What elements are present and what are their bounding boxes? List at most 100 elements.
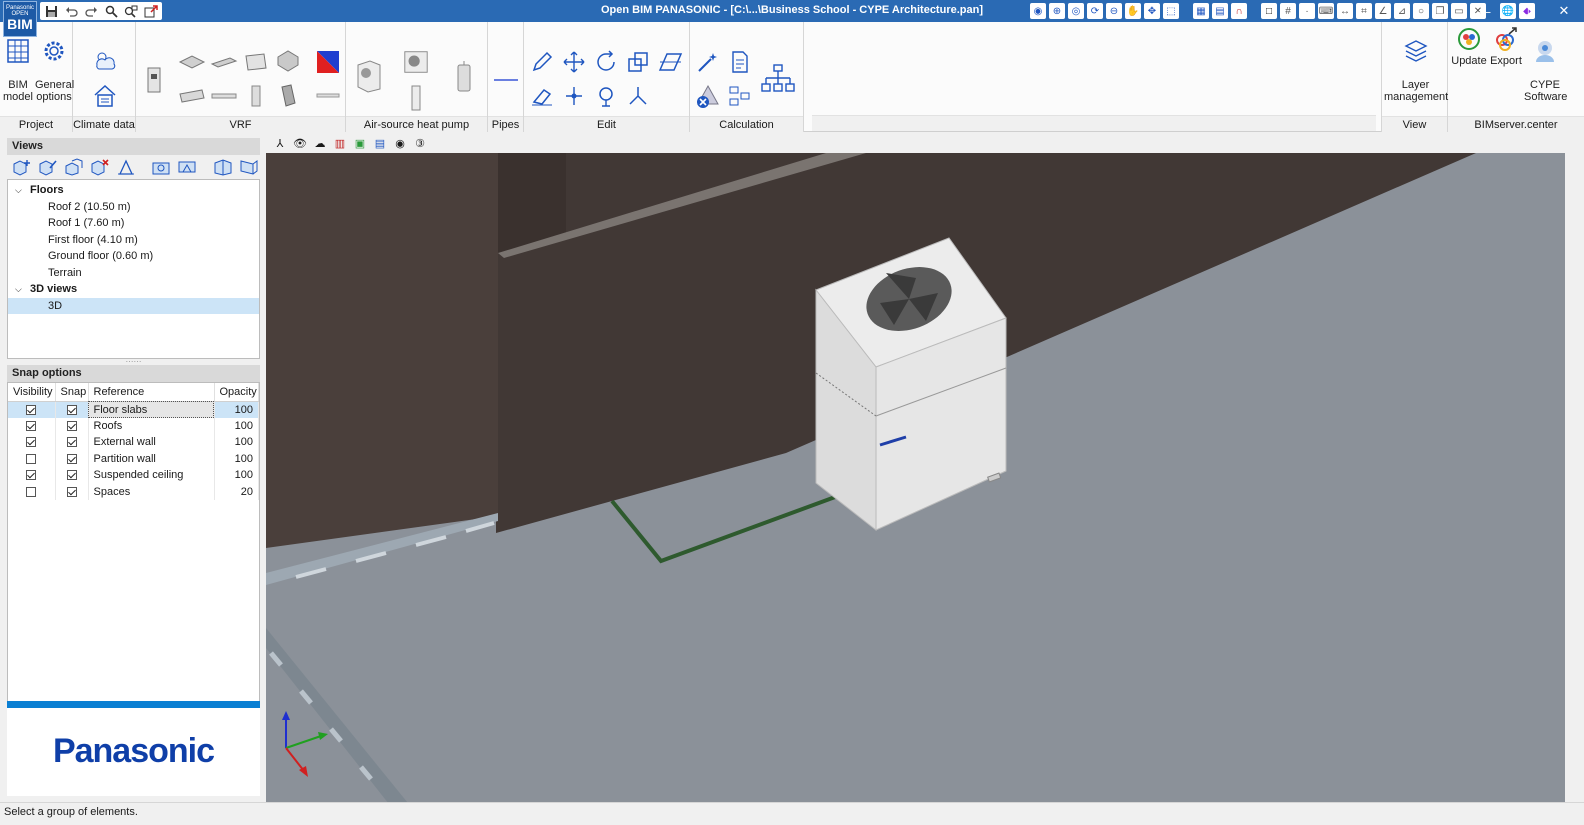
orbit-icon[interactable]: ✥ [1144, 3, 1160, 19]
3d-scene[interactable] [266, 153, 1565, 802]
snap-checkbox[interactable] [66, 437, 77, 448]
reference-cell[interactable]: Floor slabs [88, 401, 215, 418]
reference-cell[interactable]: Spaces [88, 483, 215, 500]
building-climate-icon[interactable] [91, 82, 119, 110]
zoom-window-icon[interactable]: ⊕ [1049, 3, 1065, 19]
snap-checkbox[interactable] [66, 470, 77, 481]
opacity-cell[interactable]: 100 [214, 434, 259, 451]
delete-results-icon[interactable] [694, 82, 722, 110]
keyboard-icon[interactable]: ⌨ [1318, 3, 1334, 19]
update-button[interactable]: Update [1450, 26, 1488, 67]
magic-wand-icon[interactable] [694, 48, 722, 76]
snap-checkbox[interactable] [66, 404, 77, 415]
mesh-icon[interactable]: # [1280, 3, 1296, 19]
heat-cool-icon[interactable] [314, 48, 342, 76]
table-row[interactable]: Roofs 100 [8, 417, 259, 434]
edit-pencil-icon[interactable] [528, 48, 556, 76]
view-settings-icon[interactable] [115, 157, 137, 177]
section-view-icon[interactable] [212, 157, 234, 177]
table-row[interactable]: External wall 100 [8, 434, 259, 451]
delete-view-icon[interactable] [89, 157, 111, 177]
measure-icon[interactable]: ⊿ [1394, 3, 1410, 19]
bim-model-button[interactable]: BIM model [3, 26, 33, 103]
edit-view-icon[interactable] [37, 157, 59, 177]
table-row[interactable]: Floor slabs 100 [8, 401, 259, 418]
new-view-icon[interactable] [11, 157, 33, 177]
heat-pump-outdoor-icon[interactable] [354, 60, 382, 93]
report-icon[interactable] [726, 48, 754, 76]
snap-checkbox[interactable] [66, 420, 77, 431]
slim-unit-icon[interactable] [210, 82, 238, 110]
maximize-icon[interactable]: ☐ [1504, 0, 1544, 22]
snap-checkbox[interactable] [66, 453, 77, 464]
rectangle-icon[interactable]: □ [1261, 3, 1277, 19]
zoom-all-icon[interactable]: ◉ [1030, 3, 1046, 19]
crop-icon[interactable]: ⌗ [1356, 3, 1372, 19]
visibility-checkbox[interactable] [26, 486, 37, 497]
mirror-icon[interactable] [656, 48, 684, 76]
chevron-down-icon[interactable]: ⌵ [15, 281, 22, 298]
tree-item-3d-view[interactable]: 3D [8, 297, 259, 314]
split-icon[interactable] [624, 82, 652, 110]
tree-group-3d-views[interactable]: ⌵ 3D views [8, 281, 259, 298]
dimension-icon[interactable]: ↔ [1337, 3, 1353, 19]
visibility-checkbox[interactable] [26, 404, 37, 415]
ceiling-unit-icon[interactable] [210, 48, 238, 76]
tree-group-floors[interactable]: ⌵ Floors [8, 182, 259, 199]
column-unit-icon[interactable] [242, 82, 270, 110]
reference-cell[interactable]: Suspended ceiling [88, 467, 215, 484]
hydro-module-icon[interactable] [402, 84, 430, 112]
point-icon[interactable]: · [1299, 3, 1315, 19]
reference-cell[interactable]: Partition wall [88, 450, 215, 467]
tree-item-floor[interactable]: First floor (4.10 m) [8, 232, 259, 249]
render-icon[interactable]: ☁ [312, 135, 328, 151]
cassette-unit-icon[interactable] [178, 48, 206, 76]
cype-software-button[interactable]: CYPE Software [1524, 26, 1567, 103]
rotate-icon[interactable] [592, 48, 620, 76]
snap-checkbox[interactable] [66, 486, 77, 497]
erase-icon[interactable] [528, 82, 556, 110]
minimize-icon[interactable]: — [1464, 0, 1504, 22]
axes-icon[interactable]: ⅄ [272, 135, 288, 151]
console-unit-icon[interactable] [274, 82, 302, 110]
tree-item-floor[interactable]: Ground floor (0.60 m) [8, 248, 259, 265]
visibility-checkbox[interactable] [26, 420, 37, 431]
zoom-out-icon[interactable]: ⊖ [1106, 3, 1122, 19]
hierarchy-icon[interactable] [760, 62, 796, 98]
walkthrough-icon[interactable] [176, 157, 198, 177]
visibility-checkbox[interactable] [26, 453, 37, 464]
copy-icon[interactable]: ❐ [1432, 3, 1448, 19]
column-header-snap[interactable]: Snap [55, 383, 89, 402]
chevron-down-icon[interactable]: ⌵ [15, 182, 22, 199]
app-logo[interactable]: Panasonic OPEN BIM [3, 1, 37, 37]
vertical-scrollbar[interactable] [1565, 153, 1584, 802]
layer-management-button[interactable]: Layer management [1384, 26, 1448, 103]
table-row[interactable]: Suspended ceiling 100 [8, 467, 259, 484]
visibility-checkbox[interactable] [26, 470, 37, 481]
building-wall[interactable] [266, 153, 498, 548]
zoom-previous-icon[interactable]: ◎ [1068, 3, 1084, 19]
match-icon[interactable] [592, 82, 620, 110]
column-header-reference[interactable]: Reference [88, 383, 215, 402]
column-header-visibility[interactable]: Visibility [8, 383, 56, 402]
image-icon[interactable]: ▣ [352, 135, 368, 151]
elevation-view-icon[interactable] [238, 157, 260, 177]
3d-viewport[interactable] [266, 153, 1565, 802]
opacity-cell[interactable]: 100 [214, 467, 259, 484]
print-icon[interactable]: ▤ [1212, 3, 1228, 19]
vrf-line-icon[interactable] [314, 82, 342, 110]
opacity-cell[interactable]: 100 [214, 401, 259, 418]
duplicate-view-icon[interactable] [63, 157, 85, 177]
hide-icon[interactable]: ◉ [392, 135, 408, 151]
general-options-button[interactable]: General options [35, 26, 74, 103]
weather-icon[interactable] [91, 48, 119, 76]
opacity-cell[interactable]: 100 [214, 450, 259, 467]
column-header-opacity[interactable]: Opacity [214, 383, 259, 402]
close-icon[interactable]: ✕ [1544, 0, 1584, 22]
tree-item-floor[interactable]: Roof 1 (7.60 m) [8, 215, 259, 232]
wall-unit-icon[interactable] [178, 82, 206, 110]
grid-icon[interactable]: ▦ [1193, 3, 1209, 19]
floor-unit-icon[interactable] [274, 48, 302, 76]
water-tank-icon[interactable] [450, 61, 478, 92]
duct-unit-icon[interactable] [242, 48, 270, 76]
